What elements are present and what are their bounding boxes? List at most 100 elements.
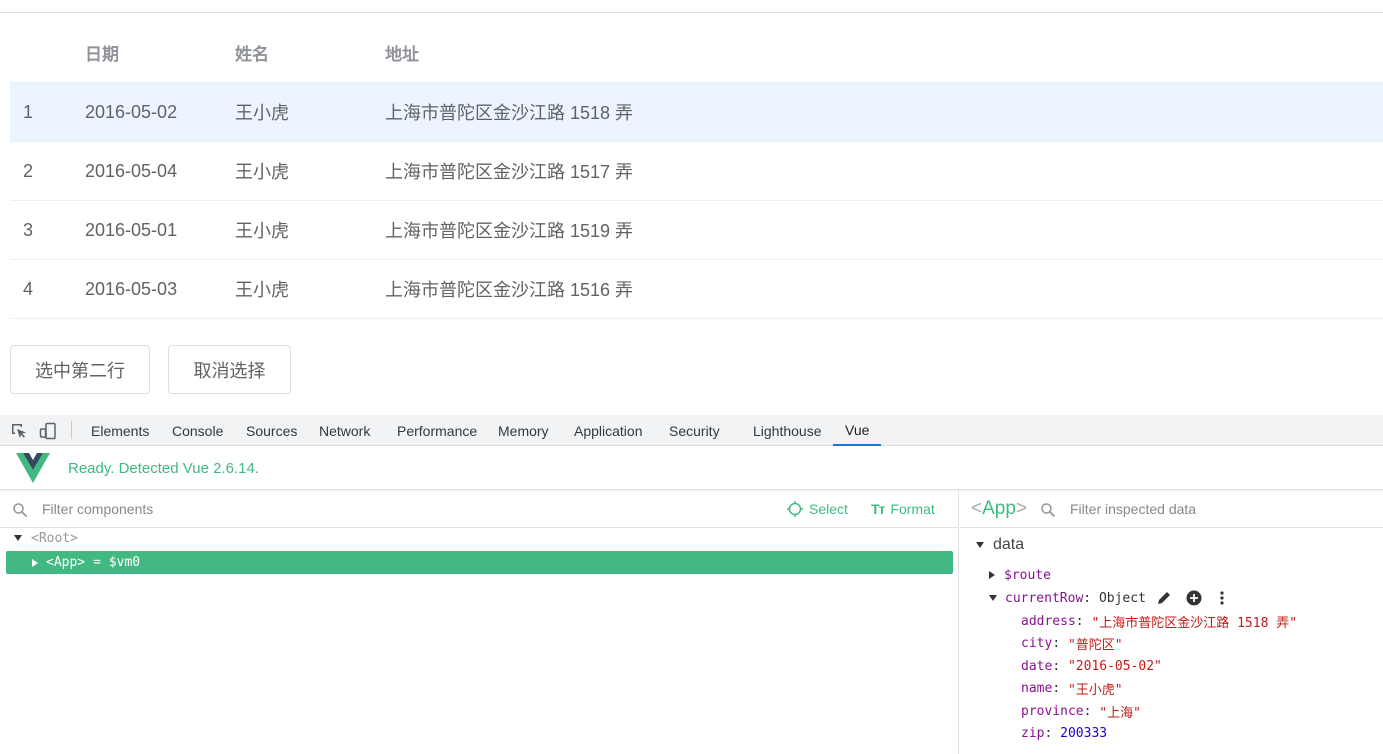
header-address: 地址 (385, 44, 419, 64)
header-name: 姓名 (235, 44, 269, 64)
prop-key: city (1021, 635, 1053, 651)
table-row[interactable]: 4 2016-05-03 王小虎 上海市普陀区金沙江路 1516 弄 (10, 260, 1383, 319)
row-address: 上海市普陀区金沙江路 1516 弄 (385, 280, 634, 300)
prop-city[interactable]: city: "普陀区" (1021, 632, 1123, 654)
prop-value: 200333 (1060, 725, 1108, 741)
tab-network[interactable]: Network (319, 415, 370, 446)
prop-value: "上海市普陀区金沙江路 1518 弄" (1091, 615, 1298, 631)
tab-lighthouse[interactable]: Lighthouse (753, 415, 822, 446)
add-circle-icon[interactable] (1186, 590, 1202, 606)
prop-province[interactable]: province: "上海" (1021, 700, 1141, 722)
row-date: 2016-05-03 (85, 278, 178, 299)
vue-logo-icon (16, 453, 50, 483)
format-icon: Tт (871, 501, 885, 517)
row-date: 2016-05-01 (85, 219, 178, 240)
row-name: 王小虎 (235, 162, 289, 182)
row-name: 王小虎 (235, 103, 289, 123)
prop-name[interactable]: name: "王小虎" (1021, 677, 1123, 699)
prop-value: "王小虎" (1067, 682, 1123, 698)
row-date: 2016-05-02 (85, 101, 178, 122)
clear-selection-button[interactable]: 取消选择 (168, 345, 291, 394)
app-tag: <App> (46, 555, 86, 570)
row-name: 王小虎 (235, 280, 289, 300)
tab-security[interactable]: Security (669, 415, 720, 446)
prop-address[interactable]: address: "上海市普陀区金沙江路 1518 弄" (1021, 610, 1297, 632)
row-address: 上海市普陀区金沙江路 1519 弄 (385, 221, 634, 241)
tab-performance[interactable]: Performance (397, 415, 477, 446)
inspector-toolbar: <App> (960, 491, 1383, 528)
prop-key: $route (1004, 567, 1051, 583)
top-divider (0, 12, 1383, 13)
root-tag: <Root> (31, 530, 78, 546)
data-section-header[interactable]: data (976, 536, 1024, 554)
prop-key: province (1021, 703, 1084, 719)
prop-current-row[interactable]: currentRow: Object (989, 587, 1228, 609)
prop-key: address (1021, 613, 1076, 629)
vue-status-bar: Ready. Detected Vue 2.6.14. (0, 446, 1383, 490)
select-second-row-button[interactable]: 选中第二行 (10, 345, 150, 394)
title-bracket-close: > (1015, 498, 1028, 519)
devtools-panel: Elements Console Sources Network Perform… (0, 415, 1383, 754)
search-icon (13, 503, 28, 518)
prop-date[interactable]: date: "2016-05-02" (1021, 655, 1162, 677)
tab-vue[interactable]: Vue (833, 415, 882, 446)
data-table: 日期 姓名 地址 1 2016-05-02 王小虎 上海市普陀区金沙江路 151… (10, 24, 1383, 319)
tab-application[interactable]: Application (574, 415, 643, 446)
inspector-pane: <App> data $route currentRow: Object (960, 491, 1383, 754)
search-icon (1041, 503, 1056, 518)
more-vertical-icon[interactable] (1216, 590, 1228, 606)
format-label: Format (890, 501, 935, 517)
edit-pencil-icon[interactable] (1156, 590, 1172, 606)
data-section-label: data (993, 536, 1025, 553)
tree-node-app[interactable]: <App> = $vm0 (6, 551, 953, 574)
components-pane: Select Tт Format <Root> <App> = $vm0 (0, 491, 959, 754)
table-row[interactable]: 3 2016-05-01 王小虎 上海市普陀区金沙江路 1519 弄 (10, 201, 1383, 260)
toolbar-divider (71, 421, 72, 439)
caret-right-icon[interactable] (989, 571, 995, 579)
select-component-button[interactable]: Select (787, 501, 848, 517)
caret-down-icon[interactable] (976, 542, 984, 548)
prop-type: Object (1098, 590, 1146, 606)
target-icon (787, 501, 803, 517)
row-index: 3 (23, 219, 34, 240)
row-date: 2016-05-04 (85, 160, 178, 181)
row-index: 4 (23, 278, 34, 299)
prop-zip[interactable]: zip: 200333 (1021, 722, 1107, 744)
row-index: 2 (23, 160, 34, 181)
prop-value: "上海" (1099, 705, 1141, 721)
title-name: App (982, 498, 1016, 519)
filter-inspected-data-input[interactable] (1070, 499, 1370, 519)
tab-memory[interactable]: Memory (498, 415, 549, 446)
tab-elements[interactable]: Elements (91, 415, 149, 446)
tab-sources[interactable]: Sources (246, 415, 297, 446)
prop-key: name (1021, 680, 1053, 696)
table-row[interactable]: 2 2016-05-04 王小虎 上海市普陀区金沙江路 1517 弄 (10, 142, 1383, 201)
header-date: 日期 (85, 44, 119, 64)
prop-key: currentRow (1005, 590, 1084, 606)
devtools-tab-bar: Elements Console Sources Network Perform… (0, 415, 1383, 446)
row-name: 王小虎 (235, 221, 289, 241)
tab-console[interactable]: Console (172, 415, 223, 446)
select-label: Select (809, 501, 848, 517)
title-bracket-open: < (971, 498, 983, 519)
caret-right-icon[interactable] (32, 558, 38, 567)
row-address: 上海市普陀区金沙江路 1517 弄 (385, 162, 634, 182)
table-row[interactable]: 1 2016-05-02 王小虎 上海市普陀区金沙江路 1518 弄 (10, 83, 1383, 142)
row-index: 1 (23, 101, 34, 122)
inspect-element-icon[interactable] (10, 422, 28, 440)
prop-value: "2016-05-02" (1067, 658, 1162, 674)
prop-key: date (1021, 658, 1053, 674)
prop-route[interactable]: $route (989, 564, 1051, 586)
tree-node-root[interactable]: <Root> (14, 527, 78, 549)
components-toolbar: Select Tт Format (0, 491, 958, 528)
vue-status-text: Ready. Detected Vue 2.6.14. (68, 460, 259, 477)
inspected-component-title: <App> (971, 498, 1027, 520)
filter-components-input[interactable] (42, 499, 542, 519)
device-toolbar-icon[interactable] (39, 422, 57, 440)
caret-down-icon[interactable] (14, 535, 22, 541)
format-button[interactable]: Tт Format (871, 501, 935, 517)
caret-down-icon[interactable] (989, 595, 997, 601)
app-ref: = $vm0 (93, 555, 141, 570)
table-header: 日期 姓名 地址 (10, 24, 1383, 83)
prop-key: zip (1021, 725, 1045, 741)
